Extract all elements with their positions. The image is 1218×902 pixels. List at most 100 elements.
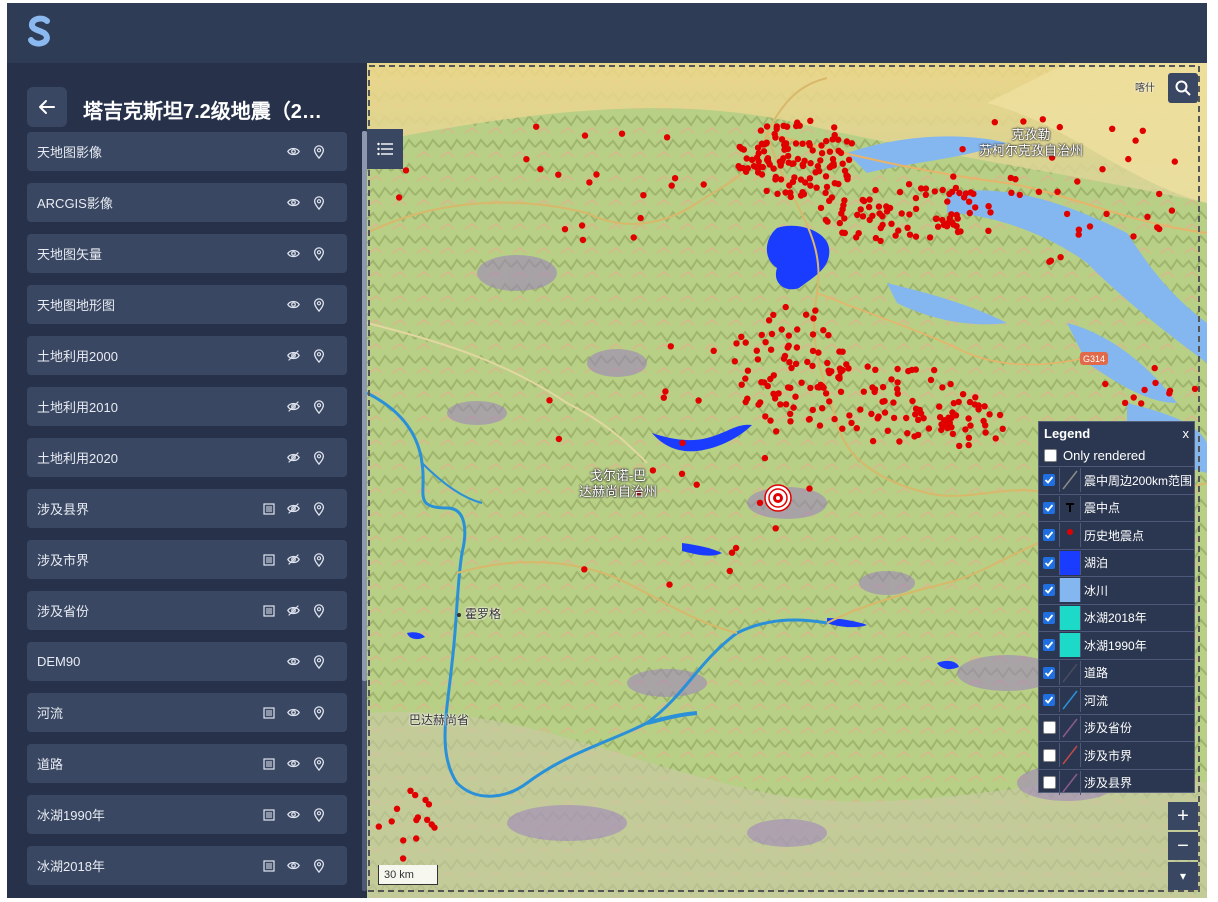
legend-checkbox[interactable] — [1039, 694, 1059, 707]
legend-checkbox[interactable] — [1039, 501, 1059, 514]
locate-pin-icon[interactable] — [310, 806, 327, 823]
legend-row[interactable]: 涉及县界 — [1039, 768, 1194, 797]
historical-quake-point — [731, 358, 738, 365]
legend-row[interactable]: 冰湖1990年 — [1039, 631, 1194, 659]
only-rendered-checkbox[interactable] — [1044, 448, 1057, 462]
layer-item[interactable]: 天地图影像 — [27, 132, 347, 171]
historical-quake-point — [763, 140, 770, 147]
eye-icon[interactable] — [285, 296, 302, 313]
layer-item[interactable]: ARCGIS影像 — [27, 183, 347, 222]
eye-icon[interactable] — [285, 857, 302, 874]
locate-pin-icon[interactable] — [310, 653, 327, 670]
historical-quake-point — [770, 311, 777, 319]
layers-toggle-button[interactable] — [367, 129, 403, 169]
zoom-out-button[interactable]: − — [1168, 832, 1198, 860]
legend-row[interactable]: 震中周边200km范围 — [1039, 466, 1194, 494]
zoom-menu-button[interactable]: ▾ — [1168, 862, 1198, 890]
legend-row[interactable]: 道路 — [1039, 658, 1194, 687]
attribute-table-icon[interactable] — [260, 704, 277, 721]
attribute-table-icon[interactable] — [260, 551, 277, 568]
eye-off-icon[interactable] — [285, 398, 302, 415]
legend-checkbox[interactable] — [1039, 556, 1059, 569]
attribute-table-icon[interactable] — [260, 806, 277, 823]
legend-row[interactable]: 震中点 — [1039, 493, 1194, 522]
attribute-table-icon[interactable] — [260, 500, 277, 517]
legend-only-rendered[interactable]: Only rendered — [1039, 444, 1194, 466]
locate-pin-icon[interactable] — [310, 143, 327, 160]
layer-item[interactable]: 河流 — [27, 693, 347, 732]
historical-quake-point — [818, 142, 825, 149]
eye-icon[interactable] — [285, 143, 302, 160]
eye-off-icon[interactable] — [285, 347, 302, 364]
layer-item[interactable]: 涉及市界 — [27, 540, 347, 579]
legend-checkbox[interactable] — [1039, 776, 1059, 790]
historical-quake-point — [802, 311, 810, 318]
layer-item[interactable]: 冰湖1990年 — [27, 795, 347, 834]
locate-pin-icon[interactable] — [310, 245, 327, 262]
eye-off-icon[interactable] — [285, 551, 302, 568]
locate-pin-icon[interactable] — [310, 296, 327, 313]
historical-quake-point — [578, 222, 586, 229]
locate-pin-icon[interactable] — [310, 602, 327, 619]
historical-quake-point — [781, 352, 789, 360]
legend-row[interactable]: 历史地震点 — [1039, 521, 1194, 549]
locate-pin-icon[interactable] — [310, 449, 327, 466]
layer-item[interactable]: 涉及省份 — [27, 591, 347, 630]
layer-item[interactable]: DEM90 — [27, 642, 347, 681]
layer-item[interactable]: 冰湖2018年 — [27, 846, 347, 885]
eye-off-icon[interactable] — [285, 449, 302, 466]
historical-quake-point — [848, 419, 855, 427]
layer-item[interactable]: 天地图地形图 — [27, 285, 347, 324]
legend-checkbox[interactable] — [1039, 748, 1059, 762]
legend-checkbox[interactable] — [1039, 721, 1059, 735]
legend-row[interactable]: 冰湖2018年 — [1039, 603, 1194, 632]
eye-icon[interactable] — [285, 704, 302, 721]
legend-checkbox[interactable] — [1039, 529, 1059, 542]
locate-pin-icon[interactable] — [310, 704, 327, 721]
zoom-in-button[interactable]: + — [1168, 802, 1198, 830]
locate-pin-icon[interactable] — [310, 500, 327, 517]
legend-checkbox[interactable] — [1039, 611, 1059, 624]
eye-icon[interactable] — [285, 755, 302, 772]
legend-swatch — [1059, 770, 1081, 795]
historical-quake-point — [1035, 188, 1043, 195]
eye-icon[interactable] — [285, 653, 302, 670]
legend-row[interactable]: 河流 — [1039, 686, 1194, 714]
s-logo-icon[interactable] — [25, 15, 55, 49]
map-search-button[interactable] — [1168, 73, 1198, 103]
legend-checkbox[interactable] — [1039, 584, 1059, 597]
eye-icon[interactable] — [285, 806, 302, 823]
legend-checkbox[interactable] — [1039, 666, 1059, 679]
legend-row[interactable]: 湖泊 — [1039, 548, 1194, 577]
layer-item[interactable]: 土地利用2000 — [27, 336, 347, 375]
locate-pin-icon[interactable] — [310, 347, 327, 364]
locate-pin-icon[interactable] — [310, 398, 327, 415]
layer-item[interactable]: 涉及县界 — [27, 489, 347, 528]
historical-quake-point — [985, 203, 992, 210]
eye-off-icon[interactable] — [285, 602, 302, 619]
locate-pin-icon[interactable] — [310, 551, 327, 568]
legend-row[interactable]: 涉及市界 — [1039, 741, 1194, 769]
legend-close-button[interactable]: x — [1183, 426, 1190, 441]
eye-icon[interactable] — [285, 245, 302, 262]
legend-checkbox[interactable] — [1039, 474, 1059, 487]
legend-checkbox[interactable] — [1039, 639, 1059, 652]
layer-item[interactable]: 天地图矢量 — [27, 234, 347, 273]
historical-quake-point — [904, 224, 911, 231]
layer-item[interactable]: 土地利用2010 — [27, 387, 347, 426]
historical-quake-point — [782, 401, 790, 408]
locate-pin-icon[interactable] — [310, 755, 327, 772]
legend-row[interactable]: 涉及省份 — [1039, 713, 1194, 742]
attribute-table-icon[interactable] — [260, 602, 277, 619]
attribute-table-icon[interactable] — [260, 857, 277, 874]
legend-row[interactable]: 冰川 — [1039, 576, 1194, 604]
layer-item[interactable]: 道路 — [27, 744, 347, 783]
eye-off-icon[interactable] — [285, 500, 302, 517]
locate-pin-icon[interactable] — [310, 857, 327, 874]
locate-pin-icon[interactable] — [310, 194, 327, 211]
attribute-table-icon[interactable] — [260, 755, 277, 772]
eye-icon[interactable] — [285, 194, 302, 211]
epicenter-marker[interactable] — [763, 483, 793, 513]
layer-item[interactable]: 土地利用2020 — [27, 438, 347, 477]
back-button[interactable] — [27, 87, 67, 127]
